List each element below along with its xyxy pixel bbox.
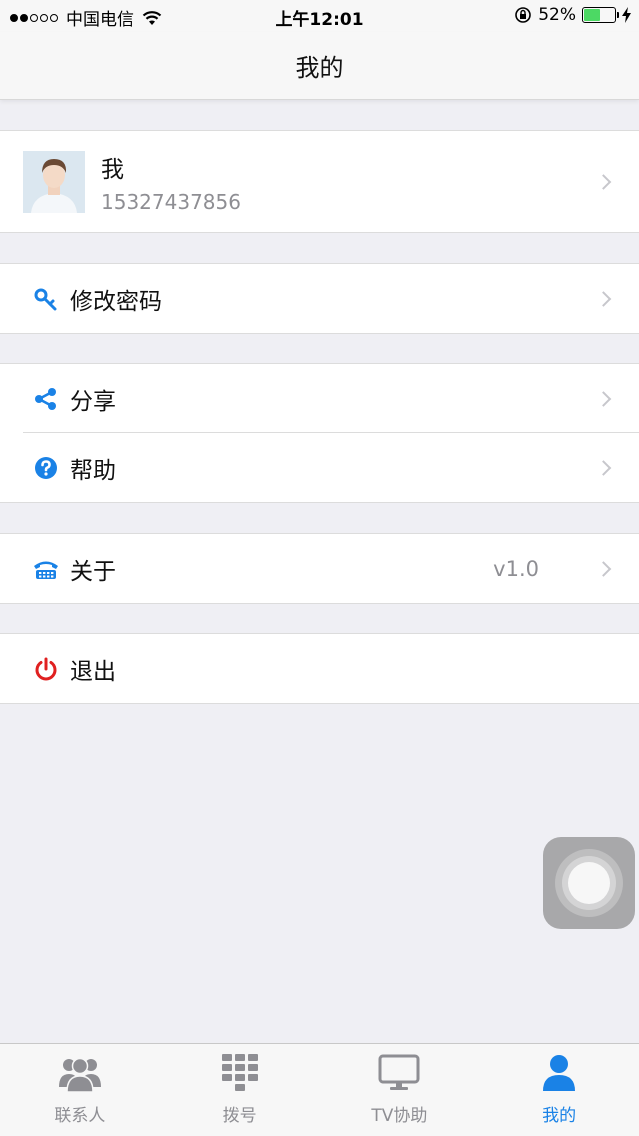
tab-label: 我的	[542, 1106, 577, 1126]
dialpad-icon	[219, 1052, 261, 1094]
profile-row[interactable]: 我 15327437856	[0, 131, 639, 232]
change-password-label: 修改密码	[70, 288, 162, 315]
avatar	[23, 150, 85, 213]
version-value: v1.0	[493, 556, 539, 581]
telephone-icon	[33, 556, 59, 582]
tab-label: 拨号	[222, 1106, 257, 1126]
page-title: 我的	[295, 54, 344, 82]
chevron-right-icon	[595, 390, 612, 407]
tv-icon	[378, 1052, 420, 1094]
logout-label: 退出	[70, 658, 116, 685]
logout-row[interactable]: 退出	[0, 634, 639, 703]
power-icon	[33, 656, 59, 682]
about-section: 关于 v1.0	[0, 533, 639, 604]
tab-dialpad[interactable]: 拨号	[160, 1044, 320, 1136]
profile-name: 我	[101, 156, 124, 183]
profile-section: 我 15327437856	[0, 130, 639, 233]
about-row[interactable]: 关于 v1.0	[0, 534, 639, 603]
orientation-lock-icon	[514, 6, 532, 24]
tab-bar: 联系人 拨号 TV协助 我的	[0, 1043, 639, 1136]
help-row[interactable]: 帮助	[0, 432, 639, 502]
share-label: 分享	[70, 388, 116, 415]
tab-label: 联系人	[54, 1106, 106, 1126]
help-icon	[33, 455, 59, 481]
about-label: 关于	[70, 558, 116, 585]
battery-percent: 52%	[538, 5, 576, 25]
password-section: 修改密码	[0, 263, 639, 334]
tab-contacts[interactable]: 联系人	[0, 1044, 160, 1136]
share-icon	[33, 386, 59, 412]
status-bar: 中国电信 上午12:01 52%	[0, 0, 639, 32]
chevron-right-icon	[595, 173, 612, 190]
tab-label: TV协助	[371, 1106, 428, 1126]
battery-icon	[582, 7, 619, 23]
tab-mine[interactable]: 我的	[479, 1044, 639, 1136]
status-right: 52%	[514, 5, 631, 25]
help-label: 帮助	[70, 457, 116, 484]
change-password-row[interactable]: 修改密码	[0, 264, 639, 333]
chevron-right-icon	[595, 560, 612, 577]
share-help-section: 分享 帮助	[0, 363, 639, 503]
navigation-bar: 我的	[0, 32, 639, 100]
chevron-right-icon	[595, 290, 612, 307]
logout-section: 退出	[0, 633, 639, 704]
tab-tv-assist[interactable]: TV协助	[320, 1044, 480, 1136]
contacts-icon	[58, 1052, 101, 1094]
person-icon	[538, 1052, 580, 1094]
key-icon	[33, 286, 59, 312]
charging-icon	[622, 7, 631, 23]
share-row[interactable]: 分享	[0, 364, 639, 433]
assistive-touch-button[interactable]	[543, 837, 635, 929]
chevron-right-icon	[595, 459, 612, 476]
profile-phone: 15327437856	[101, 189, 241, 214]
